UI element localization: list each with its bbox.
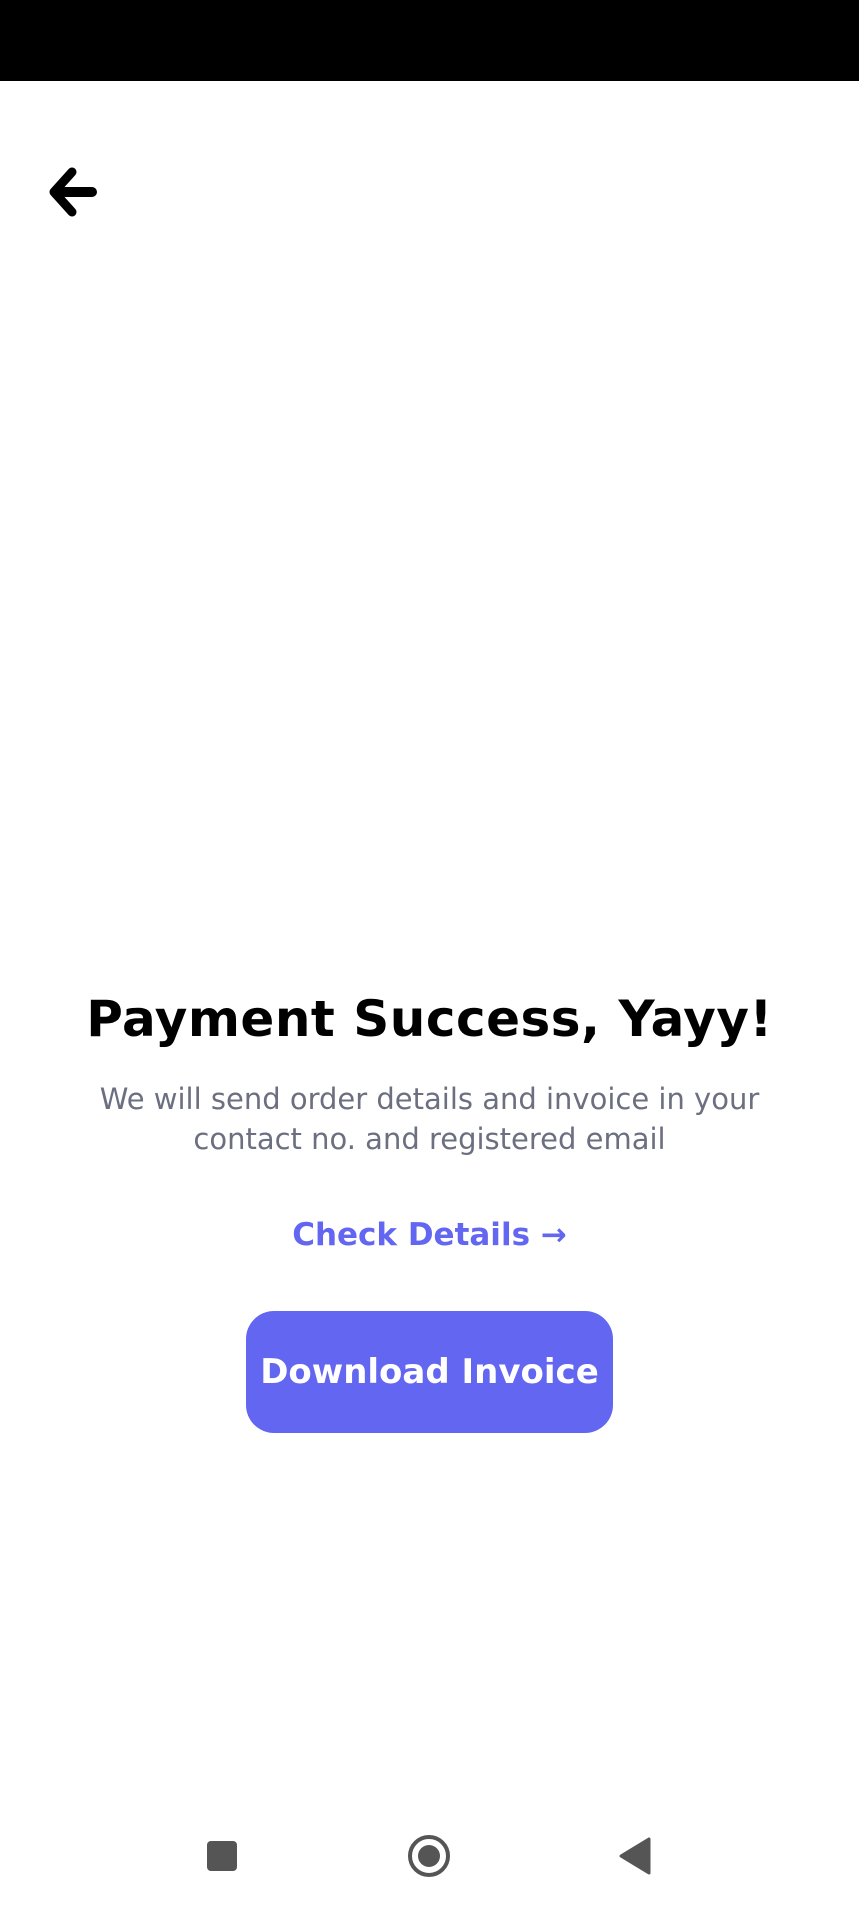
system-nav-bar [0,1810,859,1902]
back-button[interactable] [40,160,104,224]
home-button[interactable] [394,1810,464,1902]
check-details-link[interactable]: Check Details → [292,1215,567,1255]
payment-success-section: Payment Success, Yayy! We will send orde… [0,985,859,1433]
square-icon [207,1841,237,1871]
circle-home-icon [408,1835,450,1877]
status-bar [0,0,859,81]
download-invoice-button[interactable]: Download Invoice [246,1311,613,1433]
system-back-button[interactable] [600,1810,670,1902]
subtitle-text: We will send order details and invoice i… [99,1082,760,1156]
recents-button[interactable] [187,1810,257,1902]
arrow-left-icon [49,167,97,217]
triangle-back-icon [619,1837,651,1875]
page-title: Payment Success, Yayy! [86,990,773,1048]
